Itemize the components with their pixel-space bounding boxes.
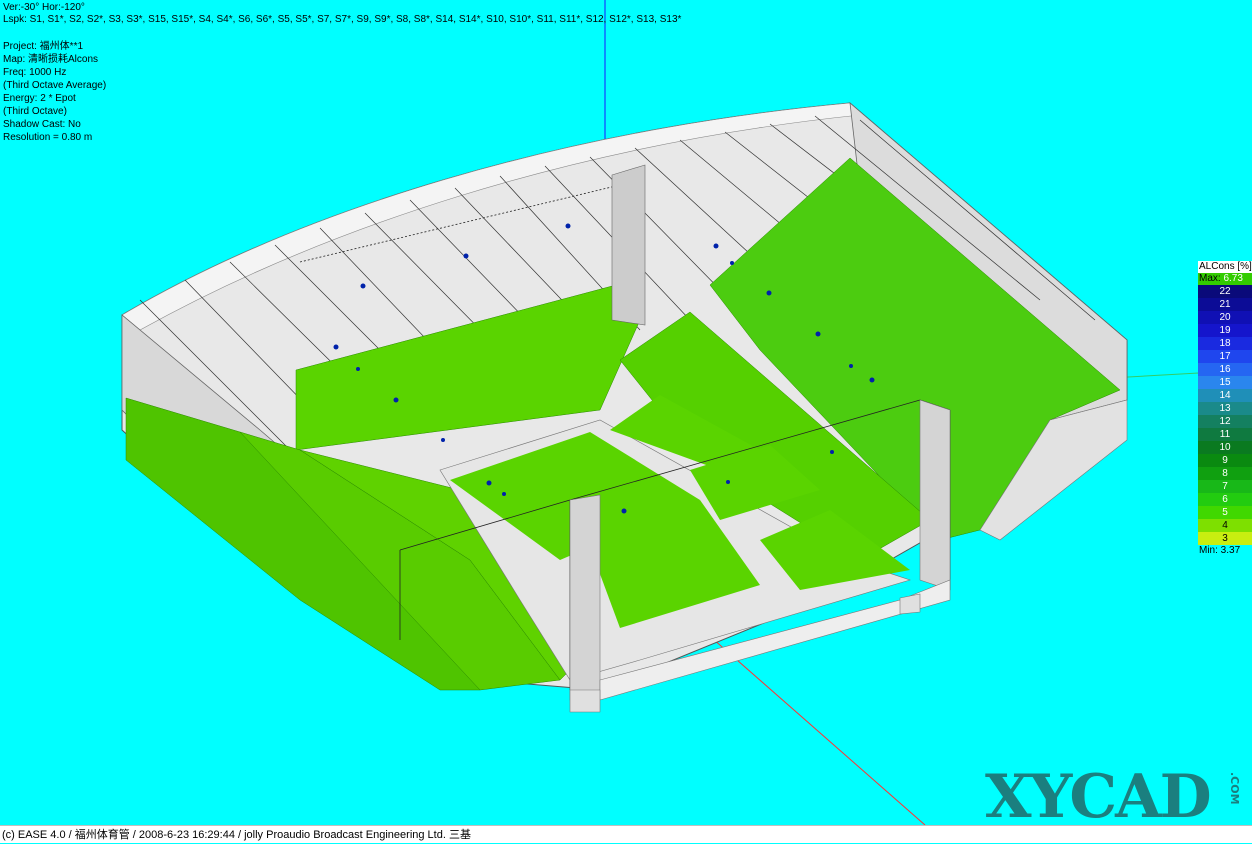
watermark-logo: XYCAD (985, 762, 1212, 825)
alcons-color-legend: ALCons [%] Max: 6.73 22 21 20 19 18 17 16 15 14 1… (1198, 261, 1252, 557)
legend-step: 6 (1198, 493, 1252, 506)
shadow-label: Shadow Cast: No (3, 119, 81, 130)
octave-label: (Third Octave) (3, 106, 67, 117)
resolution-label: Resolution = 0.80 m (3, 132, 93, 143)
stadium-model-render (121, 0, 1252, 825)
legend-step: 5 (1198, 506, 1252, 519)
average-label: (Third Octave Average) (3, 80, 107, 91)
frequency-label: Freq: 1000 Hz (3, 67, 67, 78)
legend-step: 11 (1198, 428, 1252, 441)
legend-step: 19 (1198, 324, 1252, 337)
legend-min: Min: 3.37 (1198, 545, 1252, 557)
legend-step: 12 (1198, 415, 1252, 428)
legend-step: 20 (1198, 311, 1252, 324)
watermark-com: .COM (1228, 772, 1241, 805)
legend-step: 7 (1198, 480, 1252, 493)
3d-viewport[interactable]: Ver:-30° Hor:-120° Lspk: S1, S1*, S2, S2… (0, 0, 1252, 825)
legend-max-label: Max: (1199, 273, 1221, 284)
legend-step: 16 (1198, 363, 1252, 376)
legend-step: 13 (1198, 402, 1252, 415)
map-label: Map: 清晰损耗Alcons (3, 54, 99, 65)
legend-step: 17 (1198, 350, 1252, 363)
legend-step: 10 (1198, 441, 1252, 454)
legend-step: 3 (1198, 532, 1252, 545)
legend-title: ALCons [%] (1198, 261, 1252, 273)
legend-max: Max: 6.73 (1198, 273, 1252, 285)
legend-steps: 22 21 20 19 18 17 16 15 14 13 12 11 10 9 8 7 6 5 4 3 (1198, 285, 1252, 545)
status-bar: (c) EASE 4.0 / 福州体育管 / 2008-6-23 16:29:4… (0, 825, 1252, 843)
legend-max-value: 6.73 (1223, 273, 1243, 284)
legend-step: 21 (1198, 298, 1252, 311)
legend-step: 14 (1198, 389, 1252, 402)
center-pillar (611, 164, 646, 326)
legend-step: 15 (1198, 376, 1252, 389)
energy-label: Energy: 2 * Epot (3, 93, 76, 104)
legend-step: 8 (1198, 467, 1252, 480)
project-label: Project: 福州体**1 (3, 41, 84, 52)
legend-step: 22 (1198, 285, 1252, 298)
legend-step: 9 (1198, 454, 1252, 467)
loudspeaker-list: Lspk: S1, S1*, S2, S2*, S3, S3*, S15, S1… (3, 14, 682, 25)
legend-step: 18 (1198, 337, 1252, 350)
legend-step: 4 (1198, 519, 1252, 532)
